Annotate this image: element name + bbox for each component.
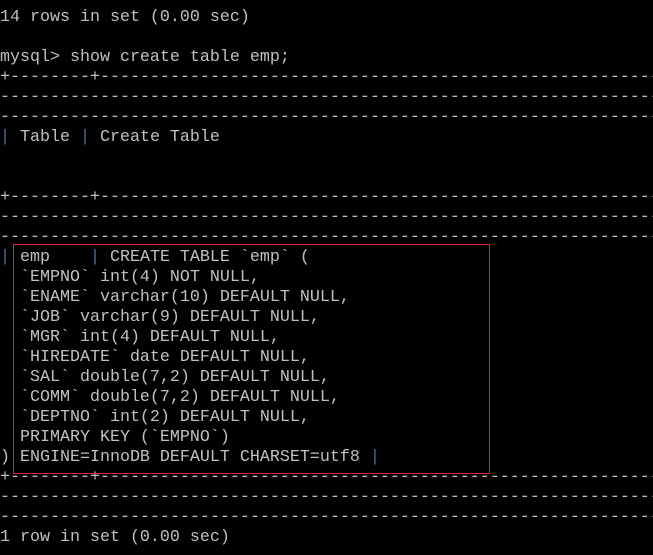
- table-pipe: |: [89, 248, 100, 267]
- table-border: ----------------------------------------…: [0, 508, 653, 527]
- table-cell: Create Table: [89, 128, 220, 147]
- terminal-output: 14 rows in set (0.00 sec) mysql> show cre…: [0, 8, 653, 548]
- table-pipe: |: [0, 128, 10, 147]
- table-pipe: |: [79, 128, 90, 147]
- output-line: `EMPNO` int(4) NOT NULL,: [0, 268, 260, 287]
- table-border: ----------------------------------------…: [0, 108, 653, 127]
- table-cell: Table: [10, 128, 80, 147]
- table-row: | Table | Create Table: [0, 128, 653, 148]
- output-line: `MGR` int(4) DEFAULT NULL,: [0, 328, 280, 347]
- output-line: 1 row in set (0.00 sec): [0, 528, 230, 547]
- table-border: ----------------------------------------…: [0, 228, 653, 247]
- table-border: ----------------------------------------…: [0, 88, 653, 107]
- table-cell: CREATE TABLE `emp` (: [99, 248, 310, 267]
- table-row: | emp | CREATE TABLE `emp` (: [0, 248, 653, 268]
- output-line: `HIREDATE` date DEFAULT NULL,: [0, 348, 310, 367]
- table-border: +--------+------------------------------…: [0, 68, 653, 87]
- output-line: `COMM` double(7,2) DEFAULT NULL,: [0, 388, 340, 407]
- output-line: `DEPTNO` int(2) DEFAULT NULL,: [0, 408, 310, 427]
- output-line: 14 rows in set (0.00 sec): [0, 8, 250, 27]
- output-line: ) ENGINE=InnoDB DEFAULT CHARSET=utf8: [0, 448, 370, 467]
- table-border: +--------+------------------------------…: [0, 468, 653, 487]
- output-line: `JOB` varchar(9) DEFAULT NULL,: [0, 308, 320, 327]
- output-line: PRIMARY KEY (`EMPNO`): [0, 428, 230, 447]
- table-border: +--------+------------------------------…: [0, 188, 653, 207]
- table-border: ----------------------------------------…: [0, 488, 653, 507]
- output-line: `ENAME` varchar(10) DEFAULT NULL,: [0, 288, 350, 307]
- output-line: `SAL` double(7,2) DEFAULT NULL,: [0, 368, 330, 387]
- table-row-end: ) ENGINE=InnoDB DEFAULT CHARSET=utf8 |: [0, 448, 653, 468]
- table-pipe: |: [369, 448, 380, 467]
- table-cell: emp: [10, 248, 90, 267]
- output-line: mysql> show create table emp;: [0, 48, 290, 67]
- table-pipe: |: [0, 248, 10, 267]
- table-border: ----------------------------------------…: [0, 208, 653, 227]
